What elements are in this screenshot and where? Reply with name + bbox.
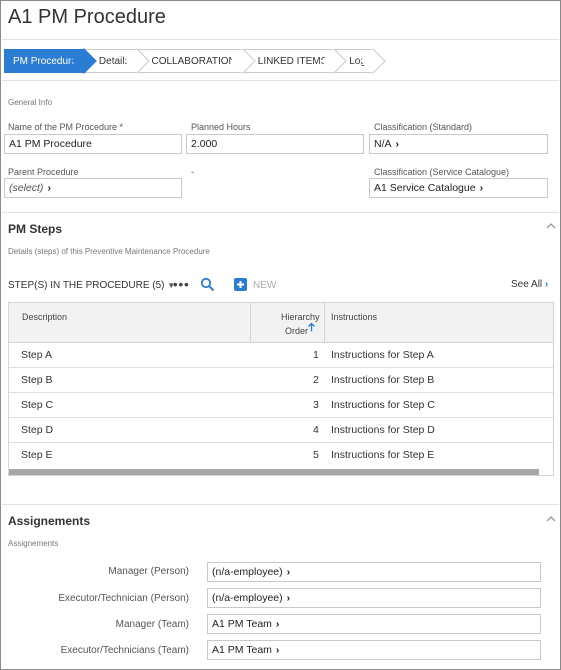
hours-value: 2.000 <box>191 138 218 150</box>
exec-team-label: Executor/Technicians (Team) <box>60 645 189 656</box>
horizontal-scrollbar[interactable] <box>9 469 539 475</box>
manager-person-field[interactable]: (n/a-employee) › <box>207 562 541 582</box>
exec-person-value: (n/a-employee) <box>212 592 283 604</box>
search-icon[interactable] <box>200 277 215 295</box>
class-std-value: N/A <box>374 138 392 150</box>
class-std-field[interactable]: N/A › <box>369 134 548 154</box>
col-divider <box>250 303 251 343</box>
col-description[interactable]: Description <box>22 312 67 322</box>
hours-field[interactable]: 2.000 <box>186 134 364 154</box>
assignements-subtitle: Assignements <box>8 539 59 548</box>
sort-ascending-icon[interactable] <box>307 322 316 335</box>
row-order: 1 <box>313 349 319 361</box>
manager-person-label: Manager (Person) <box>108 566 189 577</box>
chevron-right-icon: › <box>275 644 280 656</box>
name-field[interactable]: A1 PM Procedure <box>4 134 182 154</box>
table-row[interactable]: Step A 1 Instructions for Step A <box>9 343 553 368</box>
chevron-right-icon: › <box>286 592 291 604</box>
more-options-icon[interactable]: ••• <box>173 277 190 292</box>
pm-steps-subtitle: Details (steps) of this Preventive Maint… <box>8 247 210 256</box>
class-svc-value: A1 Service Catalogue <box>374 182 476 194</box>
row-instructions: Instructions for Step E <box>331 449 435 461</box>
row-order: 3 <box>313 399 319 411</box>
page-title: A1 PM Procedure <box>8 6 166 28</box>
col-divider <box>324 303 325 343</box>
table-row[interactable]: Step D 4 Instructions for Step D <box>9 418 553 443</box>
row-description: Step A <box>21 349 52 361</box>
name-value: A1 PM Procedure <box>9 138 92 150</box>
tab-pm-procedure[interactable]: PM Procedure <box>4 49 85 73</box>
chevron-right-icon: › <box>275 618 280 630</box>
general-info-label: General Info <box>8 98 53 107</box>
pm-procedure-window: A1 PM Procedure PM Procedure Details COL… <box>0 0 561 670</box>
col-instructions[interactable]: Instructions <box>331 312 377 322</box>
hours-label: Planned Hours <box>191 122 251 132</box>
chevron-right-icon: › <box>544 279 549 290</box>
table-header: Description Hierarchy Order Instructions <box>9 303 553 343</box>
exec-team-value: A1 PM Team <box>212 644 272 656</box>
breadcrumb-tabs: PM Procedure Details COLLABORATION LINKE… <box>4 49 374 73</box>
manager-team-field[interactable]: A1 PM Team › <box>207 614 541 634</box>
parent-label: Parent Procedure <box>8 167 79 177</box>
steps-dropdown-label: STEP(S) IN THE PROCEDURE (5) <box>8 280 165 291</box>
empty-dash: - <box>191 167 194 177</box>
row-order: 2 <box>313 374 319 386</box>
exec-person-field[interactable]: (n/a-employee) › <box>207 588 541 608</box>
row-description: Step B <box>21 374 53 386</box>
assignements-title: Assignements <box>8 514 91 528</box>
manager-team-label: Manager (Team) <box>115 619 189 630</box>
tab-collaboration[interactable]: COLLABORATION <box>137 49 244 73</box>
exec-person-label: Executor/Technician (Person) <box>58 593 189 604</box>
table-row[interactable]: Step E 5 Instructions for Step E <box>9 443 553 468</box>
chevron-right-icon: › <box>479 182 484 194</box>
exec-team-field[interactable]: A1 PM Team › <box>207 640 541 660</box>
chevron-right-icon: › <box>395 138 400 150</box>
col-hierarchy-line2[interactable]: Order <box>285 326 308 336</box>
row-instructions: Instructions for Step A <box>331 349 434 361</box>
row-order: 5 <box>313 449 319 461</box>
class-svc-field[interactable]: A1 Service Catalogue › <box>369 178 548 198</box>
row-instructions: Instructions for Step C <box>331 399 435 411</box>
col-hierarchy-line1[interactable]: Hierarchy <box>281 312 320 322</box>
divider <box>2 39 559 40</box>
chevron-up-icon[interactable] <box>546 222 556 233</box>
row-instructions: Instructions for Step D <box>331 424 435 436</box>
divider <box>2 504 559 505</box>
name-label: Name of the PM Procedure * <box>8 122 124 132</box>
row-description: Step E <box>21 449 53 461</box>
class-svc-label: Classification (Service Catalogue) <box>374 167 510 177</box>
see-all-link[interactable]: See All › <box>511 279 548 290</box>
parent-field[interactable]: (select) › <box>4 178 182 198</box>
steps-dropdown[interactable]: STEP(S) IN THE PROCEDURE (5) ▼ <box>8 280 175 291</box>
manager-team-value: A1 PM Team <box>212 618 272 630</box>
row-description: Step D <box>21 424 54 436</box>
parent-value: (select) <box>9 182 44 194</box>
divider <box>2 80 559 81</box>
row-instructions: Instructions for Step B <box>331 374 435 386</box>
tab-linked-items[interactable]: LINKED ITEMS <box>243 49 336 73</box>
add-icon[interactable] <box>234 278 247 291</box>
see-all-label: See All <box>511 279 543 290</box>
divider <box>2 212 559 213</box>
steps-table: Description Hierarchy Order Instructions… <box>8 302 554 476</box>
class-std-label: Classification (Standard) <box>374 122 473 132</box>
chevron-up-icon[interactable] <box>546 515 556 526</box>
table-row[interactable]: Step C 3 Instructions for Step C <box>9 393 553 418</box>
row-order: 4 <box>313 424 319 436</box>
new-button[interactable]: NEW <box>253 280 276 291</box>
manager-person-value: (n/a-employee) <box>212 566 283 578</box>
chevron-right-icon: › <box>286 566 291 578</box>
chevron-right-icon: › <box>47 182 51 194</box>
row-description: Step C <box>21 399 54 411</box>
pm-steps-title: PM Steps <box>8 222 63 236</box>
table-row[interactable]: Step B 2 Instructions for Step B <box>9 368 553 393</box>
